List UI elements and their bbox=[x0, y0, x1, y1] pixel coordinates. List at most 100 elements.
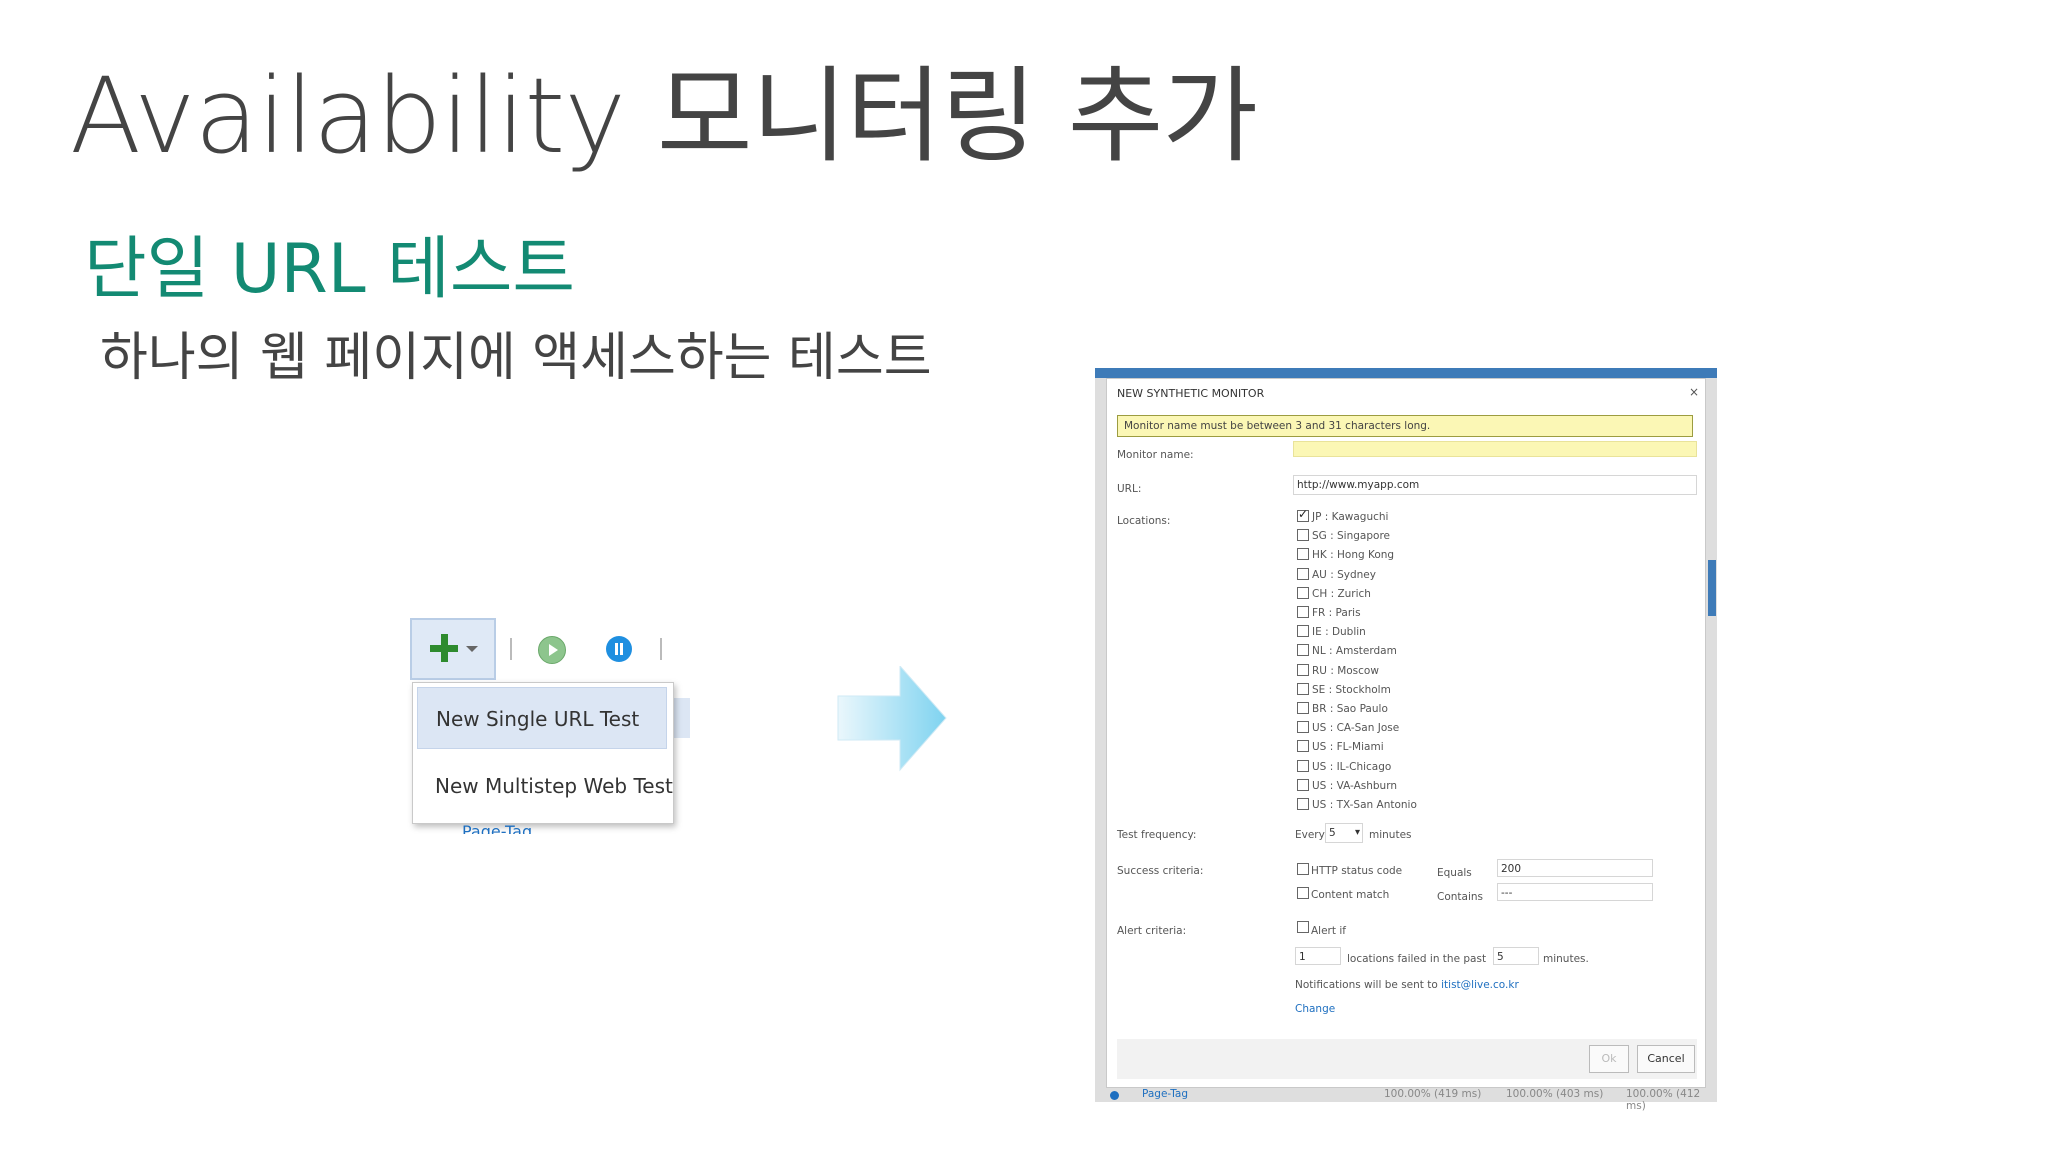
location-checkbox[interactable] bbox=[1297, 529, 1309, 542]
contains-input[interactable]: --- bbox=[1497, 883, 1653, 901]
new-test-menu: New Single URL Test New Multistep Web Te… bbox=[412, 682, 674, 824]
chevron-down-icon bbox=[466, 646, 478, 652]
location-label: US : FL-Miami bbox=[1312, 741, 1384, 754]
location-label: RU : Moscow bbox=[1312, 664, 1379, 677]
location-row: SE : Stockholm bbox=[1297, 682, 1497, 698]
notifications-text: Notifications will be sent to itist@live… bbox=[1295, 979, 1519, 991]
location-label: AU : Sydney bbox=[1312, 568, 1376, 581]
change-link[interactable]: Change bbox=[1295, 1003, 1335, 1015]
alert-minutes-input[interactable]: 5 bbox=[1493, 947, 1539, 965]
dialog-footer: Ok Cancel bbox=[1117, 1039, 1697, 1079]
notification-email-link[interactable]: itist@live.co.kr bbox=[1441, 979, 1519, 991]
row-value-2: 100.00% (403 ms) bbox=[1506, 1088, 1604, 1100]
slide-description: 하나의 웹 페이지에 액세스하는 테스트 bbox=[100, 328, 932, 388]
content-match-label: Content match bbox=[1311, 889, 1390, 901]
notifications-prefix: Notifications will be sent to bbox=[1295, 979, 1438, 991]
location-label: CH : Zurich bbox=[1312, 587, 1371, 600]
location-checkbox[interactable] bbox=[1297, 682, 1309, 695]
chevron-down-icon: ▾ bbox=[1354, 827, 1360, 838]
menu-item-new-single-url-test[interactable]: New Single URL Test bbox=[417, 687, 667, 749]
location-label: US : TX-San Antonio bbox=[1312, 799, 1417, 811]
slide-title: Availability 모니터링 추가 bbox=[70, 55, 1258, 177]
location-label: IE : Dublin bbox=[1312, 626, 1366, 639]
location-label: US : VA-Ashburn bbox=[1312, 779, 1397, 792]
frequency-select[interactable]: 5 ▾ bbox=[1325, 823, 1363, 843]
alert-if-checkbox[interactable] bbox=[1297, 921, 1309, 933]
location-row: US : CA-San Jose bbox=[1297, 720, 1497, 736]
location-checkbox[interactable] bbox=[1297, 625, 1309, 638]
location-row: FR : Paris bbox=[1297, 605, 1497, 621]
location-row: CH : Zurich bbox=[1297, 586, 1497, 602]
locations-list: JP : Kawaguchi SG : Singapore HK : Hong Ko… bbox=[1297, 507, 1497, 829]
play-icon[interactable] bbox=[538, 636, 566, 664]
ok-button[interactable]: Ok bbox=[1589, 1045, 1629, 1073]
success-criteria-label: Success criteria: bbox=[1117, 865, 1204, 877]
monitor-name-label: Monitor name: bbox=[1117, 449, 1194, 461]
alert-if-label: Alert if bbox=[1311, 925, 1346, 937]
monitor-name-input[interactable] bbox=[1293, 441, 1697, 457]
content-match-checkbox[interactable] bbox=[1297, 887, 1309, 899]
add-test-button[interactable] bbox=[410, 618, 496, 680]
dialog-title: NEW SYNTHETIC MONITOR bbox=[1117, 387, 1265, 400]
status-code-input[interactable]: 200 bbox=[1497, 859, 1653, 877]
alert-minutes-label: minutes. bbox=[1543, 953, 1589, 965]
row-value-1: 100.00% (419 ms) bbox=[1384, 1088, 1482, 1100]
location-label: SG : Singapore bbox=[1312, 530, 1390, 543]
location-checkbox[interactable] bbox=[1297, 644, 1309, 657]
location-checkbox[interactable] bbox=[1297, 586, 1309, 599]
location-checkbox[interactable] bbox=[1297, 606, 1309, 618]
location-label: NL : Amsterdam bbox=[1312, 645, 1397, 658]
alert-location-count-input[interactable]: 1 bbox=[1295, 947, 1341, 965]
slide-subtitle: 단일 URL 테스트 bbox=[84, 230, 575, 309]
location-row: HK : Hong Kong bbox=[1297, 547, 1497, 563]
location-row: US : FL-Miami bbox=[1297, 739, 1497, 755]
row-value-3: 100.00% (412 ms) bbox=[1626, 1088, 1701, 1112]
frequency-value: 5 bbox=[1329, 827, 1336, 839]
locations-failed-label: locations failed in the past bbox=[1347, 953, 1487, 965]
location-row: US : TX-San Antonio bbox=[1297, 797, 1497, 813]
location-checkbox[interactable] bbox=[1297, 759, 1309, 772]
location-row: US : IL-Chicago bbox=[1297, 759, 1497, 775]
background-table-row: Page-Tag 100.00% (419 ms) 100.00% (403 m… bbox=[1106, 1088, 1718, 1112]
location-row: AU : Sydney bbox=[1297, 567, 1497, 583]
url-input[interactable]: http://www.myapp.com bbox=[1293, 475, 1697, 495]
location-checkbox[interactable] bbox=[1297, 663, 1309, 676]
location-row: SG : Singapore bbox=[1297, 528, 1497, 544]
cancel-button[interactable]: Cancel bbox=[1637, 1045, 1695, 1073]
location-label: US : CA-San Jose bbox=[1312, 722, 1400, 735]
pause-icon[interactable] bbox=[606, 636, 632, 662]
location-row: RU : Moscow bbox=[1297, 663, 1497, 679]
every-label: Every bbox=[1295, 829, 1325, 841]
location-checkbox[interactable] bbox=[1297, 778, 1309, 791]
http-status-checkbox[interactable] bbox=[1297, 863, 1309, 875]
location-checkbox[interactable] bbox=[1297, 740, 1309, 753]
equals-label: Equals bbox=[1437, 867, 1472, 879]
location-checkbox[interactable] bbox=[1297, 798, 1309, 810]
new-synthetic-monitor-dialog: NEW SYNTHETIC MONITOR × Monitor name mus… bbox=[1106, 378, 1706, 1088]
http-status-label: HTTP status code bbox=[1311, 865, 1403, 877]
menu-background-edge bbox=[672, 698, 690, 738]
contains-label: Contains bbox=[1437, 891, 1484, 903]
location-label: SE : Stockholm bbox=[1312, 683, 1391, 696]
alert-criteria-label: Alert criteria: bbox=[1117, 925, 1187, 937]
location-checkbox[interactable] bbox=[1297, 507, 1309, 522]
url-label: URL: bbox=[1117, 483, 1142, 495]
status-dot-icon bbox=[1110, 1091, 1119, 1100]
row-name: Page-Tag bbox=[1142, 1088, 1189, 1100]
close-icon[interactable]: × bbox=[1689, 385, 1699, 399]
location-label: FR : Paris bbox=[1312, 607, 1361, 619]
location-checkbox[interactable] bbox=[1297, 567, 1309, 580]
location-row: US : VA-Ashburn bbox=[1297, 778, 1497, 794]
background-scroll-accent bbox=[1708, 560, 1716, 616]
location-label: BR : Sao Paulo bbox=[1312, 703, 1388, 715]
location-row: JP : Kawaguchi bbox=[1297, 507, 1497, 525]
location-label: US : IL-Chicago bbox=[1312, 760, 1392, 773]
locations-label: Locations: bbox=[1117, 515, 1171, 527]
location-label: JP : Kawaguchi bbox=[1312, 511, 1389, 523]
menu-item-new-multistep-web-test[interactable]: New Multistep Web Test bbox=[417, 755, 673, 817]
location-checkbox[interactable] bbox=[1297, 721, 1309, 734]
location-checkbox[interactable] bbox=[1297, 548, 1309, 561]
location-checkbox[interactable] bbox=[1297, 702, 1309, 714]
test-frequency-label: Test frequency: bbox=[1117, 829, 1197, 841]
toolbar-separator bbox=[510, 638, 512, 660]
